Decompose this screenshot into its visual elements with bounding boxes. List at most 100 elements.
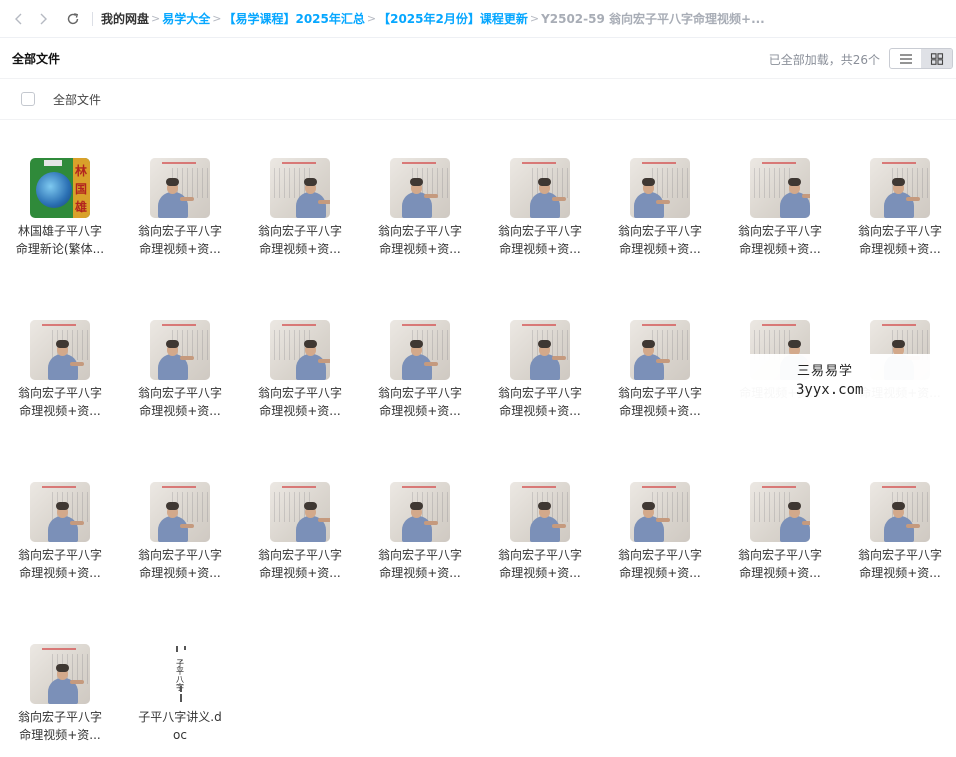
video-thumbnail: [510, 158, 570, 218]
file-name-line-1: 翁向宏子平八字: [377, 386, 462, 400]
breadcrumb-item-1[interactable]: 易学大全: [162, 10, 210, 27]
file-name: 子平八字讲义.d oc: [122, 708, 238, 744]
video-thumbnail: [390, 158, 450, 218]
book-cover-glyph: 雄: [74, 200, 87, 214]
file-name-line-2: 命理视频+资...: [379, 242, 461, 256]
file-tile[interactable]: 林国雄林国雄子平八字 命理新论(繁体...: [0, 120, 120, 256]
file-name-line-1: 翁向宏子平八字: [617, 548, 702, 562]
file-name: 翁向宏子平八字 命理视频+资...: [722, 546, 838, 582]
file-tile[interactable]: 翁向宏子平八字 命理视频+资...: [480, 282, 600, 418]
file-tile[interactable]: 翁向宏子平八字 命理视频+资...: [600, 282, 720, 418]
load-status-text: 已全部加载，共26个: [768, 53, 880, 67]
file-name: 翁向宏子平八字 命理视频+资...: [842, 222, 956, 258]
watermark-url: 3yyx.com: [796, 382, 864, 398]
video-thumbnail: [750, 482, 810, 542]
file-name-line-2: 命理视频+资...: [619, 566, 701, 580]
file-tile[interactable]: 翁向宏子平八字 命理视频+资...: [600, 444, 720, 580]
document-thumbnail: 子平八字: [150, 644, 210, 704]
file-tile[interactable]: 翁向宏子平八字 命理视频+资...: [240, 120, 360, 256]
file-name: 翁向宏子平八字 命理视频+资...: [122, 546, 238, 582]
grid-view-icon: [930, 52, 943, 65]
file-name: 翁向宏子平八字 命理视频+资...: [122, 384, 238, 420]
file-name-line-1: 翁向宏子平八字: [257, 386, 342, 400]
file-tile[interactable]: 翁向宏子平八字 命理视频+资...: [240, 282, 360, 418]
back-arrow-icon: [15, 13, 22, 24]
file-tile[interactable]: 翁向宏子平八字 命理视频+资...: [720, 444, 840, 580]
video-thumbnail: [30, 482, 90, 542]
file-name-line-1: 翁向宏子平八字: [257, 548, 342, 562]
file-name: 翁向宏子平八字 命理视频+资...: [602, 384, 718, 420]
file-name: 林国雄子平八字 命理新论(繁体...: [2, 222, 118, 258]
page-title: 全部文件: [12, 51, 61, 66]
file-name: 翁向宏子平八字 命理视频+资...: [2, 384, 118, 420]
video-thumbnail: [150, 482, 210, 542]
video-thumbnail: [510, 320, 570, 380]
file-name-line-1: 翁向宏子平八字: [377, 548, 462, 562]
forward-button[interactable]: [32, 8, 54, 30]
file-name-line-1: 林国雄子平八字: [17, 224, 102, 238]
select-all-row: 全部文件: [0, 79, 956, 120]
file-tile[interactable]: 翁向宏子平八字 命理视频+资...: [120, 282, 240, 418]
video-thumbnail: [150, 158, 210, 218]
list-view-button[interactable]: [890, 49, 921, 68]
file-tile[interactable]: 翁向宏子平八字 命理视频+资...: [120, 444, 240, 580]
file-name-line-2: 命理视频+资...: [859, 566, 941, 580]
grid-view-button[interactable]: [921, 49, 952, 68]
file-name-line-2: 命理视频+资...: [499, 242, 581, 256]
file-name-line-1: 翁向宏子平八字: [137, 548, 222, 562]
back-button[interactable]: [8, 8, 30, 30]
breadcrumb-current: Y2502-59 翁向宏子平八字命理视频+...: [541, 12, 765, 26]
file-name: 翁向宏子平八字 命理视频+资...: [602, 546, 718, 582]
file-tile[interactable]: 翁向宏子平八字 命理视频+资...: [840, 120, 956, 256]
select-all-label: 全部文件: [53, 92, 102, 107]
file-tile[interactable]: 翁向宏子平八字 命理视频+资...: [480, 444, 600, 580]
file-name: 翁向宏子平八字 命理视频+资...: [842, 546, 956, 582]
file-tile[interactable]: 翁向宏子平八字 命理视频+资...: [720, 120, 840, 256]
file-name-line-2: 命理视频+资...: [259, 404, 341, 418]
file-tile[interactable]: 子平八字子平八字讲义.d oc: [120, 606, 240, 742]
video-thumbnail: [30, 644, 90, 704]
select-all-checkbox[interactable]: [21, 92, 35, 106]
video-thumbnail: [750, 158, 810, 218]
file-tile[interactable]: 翁向宏子平八字 命理视频+资...: [360, 444, 480, 580]
file-name-line-1: 子平八字讲义.d: [138, 710, 222, 724]
file-name: 翁向宏子平八字 命理视频+资...: [362, 384, 478, 420]
file-name-line-1: 翁向宏子平八字: [737, 224, 822, 238]
breadcrumb-root[interactable]: 我的网盘: [101, 10, 149, 27]
file-tile[interactable]: 翁向宏子平八字 命理视频+资...: [840, 444, 956, 580]
file-tile[interactable]: 翁向宏子平八字 命理视频+资...: [360, 282, 480, 418]
book-cover-thumbnail: 林国雄: [30, 158, 90, 218]
video-thumbnail: [630, 482, 690, 542]
file-name-line-1: 翁向宏子平八字: [497, 224, 582, 238]
book-cover-glyph: 林: [74, 164, 87, 178]
file-name-line-2: 命理新论(繁体...: [15, 242, 105, 256]
breadcrumb-item-2[interactable]: 【易学课程】2025年汇总: [223, 10, 364, 27]
file-tile[interactable]: 翁向宏子平八字 命理视频+资...: [0, 282, 120, 418]
file-name: 翁向宏子平八字 命理视频+资...: [722, 222, 838, 258]
file-name-line-2: 命理视频+资...: [379, 404, 461, 418]
video-thumbnail: [150, 320, 210, 380]
file-tile[interactable]: 翁向宏子平八字 命理视频+资...: [0, 606, 120, 742]
video-thumbnail: [630, 158, 690, 218]
breadcrumb-item-3[interactable]: 【2025年2月份】课程更新: [378, 10, 528, 27]
file-tile[interactable]: 翁向宏子平八字 命理视频+资...: [0, 444, 120, 580]
file-name: 翁向宏子平八字 命理视频+资...: [2, 708, 118, 744]
refresh-button[interactable]: [62, 8, 84, 30]
chevron-right-icon: >: [212, 12, 222, 25]
video-thumbnail: [270, 482, 330, 542]
video-thumbnail: [270, 158, 330, 218]
file-tile[interactable]: 翁向宏子平八字 命理视频+资...: [480, 120, 600, 256]
file-tile[interactable]: 翁向宏子平八字 命理视频+资...: [360, 120, 480, 256]
file-name-line-2: 命理视频+资...: [859, 242, 941, 256]
video-thumbnail: [30, 320, 90, 380]
file-tile[interactable]: 翁向宏子平八字 命理视频+资...: [600, 120, 720, 256]
file-name-line-2: 命理视频+资...: [499, 566, 581, 580]
view-mode-toggle: [889, 48, 953, 69]
file-tile[interactable]: 翁向宏子平八字 命理视频+资...: [240, 444, 360, 580]
file-name: 翁向宏子平八字 命理视频+资...: [242, 222, 358, 258]
file-name-line-2: oc: [173, 728, 187, 742]
chevron-right-icon: >: [151, 12, 161, 25]
file-name-line-2: 命理视频+资...: [139, 566, 221, 580]
file-name-line-1: 翁向宏子平八字: [857, 224, 942, 238]
file-tile[interactable]: 翁向宏子平八字 命理视频+资...: [120, 120, 240, 256]
